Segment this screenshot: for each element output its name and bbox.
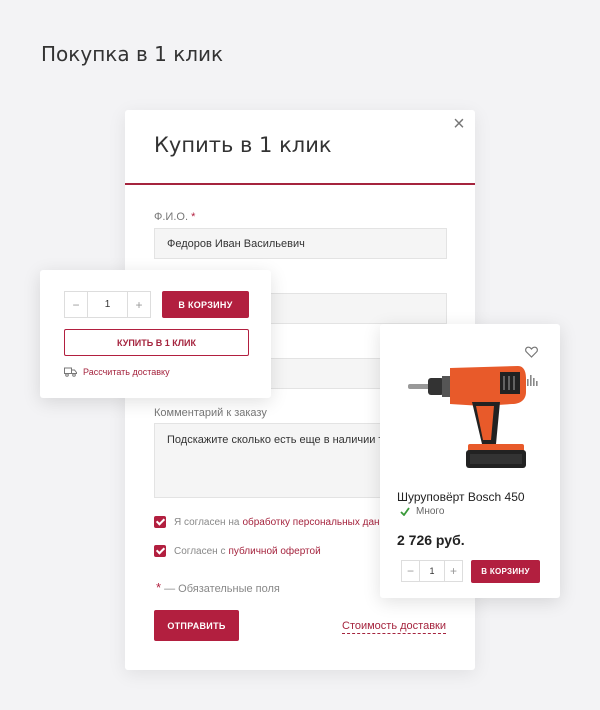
decrease-button[interactable]: −: [65, 292, 87, 317]
required-fields-note: * — Обязательные поля: [156, 580, 280, 595]
submit-button[interactable]: ОТПРАВИТЬ: [154, 610, 239, 641]
stock-text: Много: [416, 506, 445, 517]
product-name[interactable]: Шуруповёрт Bosch 450: [397, 490, 525, 504]
fio-label: Ф.И.О. *: [154, 211, 195, 223]
quantity-input[interactable]: 1: [87, 292, 128, 317]
close-icon[interactable]: ×: [451, 113, 467, 136]
add-to-cart-button[interactable]: В КОРЗИНУ: [162, 291, 249, 318]
quantity-stepper: − 1 +: [401, 560, 463, 582]
product-card: Шуруповёрт Bosch 450 Много 2 726 руб. − …: [380, 324, 560, 598]
modal-title: Купить в 1 клик: [154, 133, 332, 157]
add-to-cart-button[interactable]: В КОРЗИНУ: [471, 560, 540, 583]
buy-card: − 1 + В КОРЗИНУ КУПИТЬ В 1 КЛИК Рассчита…: [40, 270, 271, 398]
required-note-text: — Обязательные поля: [164, 583, 280, 595]
comment-label: Комментарий к заказу: [154, 407, 267, 419]
consent-personal-checkbox[interactable]: [154, 516, 166, 528]
page-title: Покупка в 1 клик: [41, 42, 224, 66]
quantity-stepper: − 1 +: [64, 291, 151, 318]
calc-delivery-link[interactable]: Рассчитать доставку: [64, 367, 170, 377]
required-mark: *: [156, 580, 162, 595]
fio-field[interactable]: Федоров Иван Васильевич: [154, 228, 447, 259]
stock-status: Много: [400, 506, 444, 517]
quantity-input[interactable]: 1: [419, 561, 445, 581]
consent-offer-text: Согласен с: [174, 545, 226, 557]
delivery-cost-link[interactable]: Стоимость доставки: [342, 620, 446, 634]
product-price: 2 726 руб.: [397, 532, 465, 548]
consent-offer-checkbox[interactable]: [154, 545, 166, 557]
consent-offer[interactable]: Согласен с публичной офертой: [154, 545, 321, 557]
buy-one-click-button[interactable]: КУПИТЬ В 1 КЛИК: [64, 329, 249, 356]
required-mark: *: [191, 211, 196, 223]
drill-product-image[interactable]: [400, 344, 530, 474]
modal-divider: [125, 183, 475, 185]
calc-delivery-text: Рассчитать доставку: [83, 367, 170, 377]
consent-personal-text: Я согласен на: [174, 516, 240, 528]
fio-label-text: Ф.И.О.: [154, 211, 188, 223]
personal-data-link[interactable]: обработку персональных данных: [242, 517, 397, 528]
decrease-button[interactable]: −: [402, 561, 419, 581]
increase-button[interactable]: +: [445, 561, 462, 581]
truck-icon: [64, 367, 77, 377]
increase-button[interactable]: +: [128, 292, 150, 317]
public-offer-link[interactable]: публичной офертой: [228, 546, 320, 557]
consent-personal-data[interactable]: Я согласен на обработку персональных дан…: [154, 516, 397, 528]
check-icon: [400, 507, 410, 516]
